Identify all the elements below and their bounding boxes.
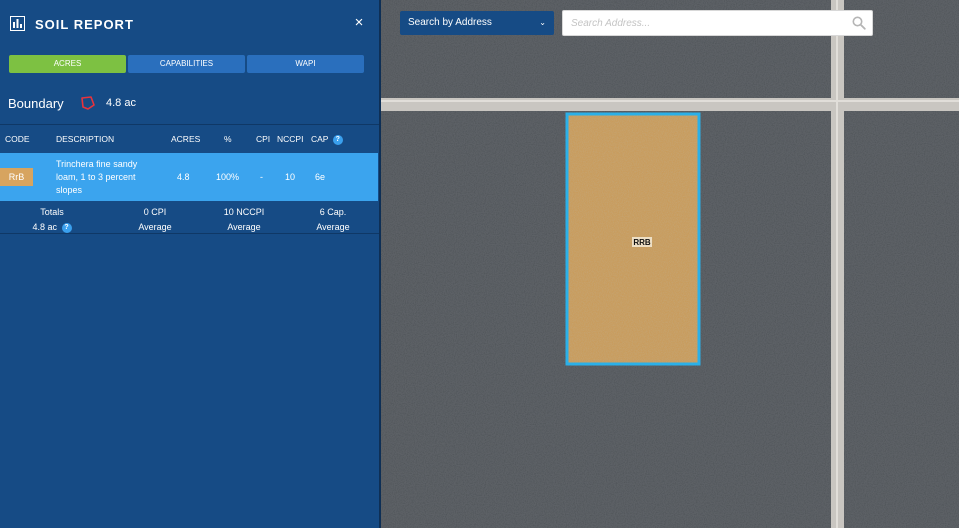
panel-title: SOIL REPORT xyxy=(35,17,134,32)
column-header-cap-label: CAP xyxy=(311,134,329,144)
boundary-label: Boundary xyxy=(8,96,64,111)
polygon-icon xyxy=(81,96,95,110)
soil-acres: 4.8 xyxy=(177,172,190,182)
parcel-soil-label: RRB xyxy=(633,238,651,247)
soil-description: Trinchera fine sandy loam, 1 to 3 percen… xyxy=(56,159,138,195)
column-header-acres: ACRES xyxy=(171,134,201,144)
boundary-row: Boundary 4.8 ac xyxy=(8,94,368,114)
totals-cpi: 0 CPI xyxy=(143,207,167,217)
tab-acres[interactable]: ACRES xyxy=(9,55,126,73)
totals-nccpi: 10 NCCPI xyxy=(223,207,265,217)
search-address-input[interactable] xyxy=(562,10,873,36)
table-row[interactable]: RrB Trinchera fine sandy loam, 1 to 3 pe… xyxy=(0,153,378,201)
search-icon[interactable] xyxy=(852,16,866,30)
column-header-percent: % xyxy=(224,134,232,144)
column-header-description: DESCRIPTION xyxy=(56,134,115,144)
totals-acres: 4.8 ac ? xyxy=(22,222,82,233)
column-header-nccpi: NCCPI xyxy=(277,134,304,144)
search-mode-dropdown[interactable]: Search by Address ⌄ xyxy=(400,11,554,35)
totals-cap-label: Average xyxy=(316,222,350,232)
totals-label: Totals xyxy=(40,207,64,217)
info-icon[interactable]: ? xyxy=(332,134,343,145)
tab-capabilities[interactable]: CAPABILITIES xyxy=(128,55,245,73)
close-button[interactable]: × xyxy=(352,14,366,32)
soil-cap: 6e xyxy=(315,172,326,182)
totals-nccpi-label: Average xyxy=(227,222,261,232)
column-header-code: CODE xyxy=(5,134,30,144)
tab-wapi[interactable]: WAPI xyxy=(247,55,364,73)
soil-code-badge: RrB xyxy=(0,168,33,186)
satellite-map[interactable]: RRB xyxy=(381,0,959,528)
totals-info-icon[interactable]: ? xyxy=(61,222,72,233)
horizontal-road xyxy=(381,98,959,111)
column-header-cap: CAP ? xyxy=(311,134,343,145)
totals-cap: 6 Cap. xyxy=(319,207,347,217)
totals-acres-value: 4.8 ac xyxy=(32,222,57,232)
map-imagery: RRB xyxy=(381,0,959,528)
soil-nccpi: 10 xyxy=(285,172,296,182)
report-chart-icon xyxy=(10,16,25,31)
soil-report-panel: SOIL REPORT × ACRES CAPABILITIES WAPI Bo… xyxy=(0,0,379,528)
report-tabs: ACRES CAPABILITIES WAPI xyxy=(9,55,364,73)
totals-cpi-label: Average xyxy=(138,222,172,232)
column-header-cpi: CPI xyxy=(256,134,271,144)
divider xyxy=(0,124,379,125)
soil-percent: 100% xyxy=(216,172,240,182)
chevron-down-icon: ⌄ xyxy=(539,18,546,27)
boundary-acres: 4.8 ac xyxy=(106,97,136,109)
search-mode-label: Search by Address xyxy=(408,17,492,28)
soil-cpi: - xyxy=(260,172,263,182)
divider xyxy=(0,233,379,234)
panel-header: SOIL REPORT × xyxy=(0,0,379,48)
